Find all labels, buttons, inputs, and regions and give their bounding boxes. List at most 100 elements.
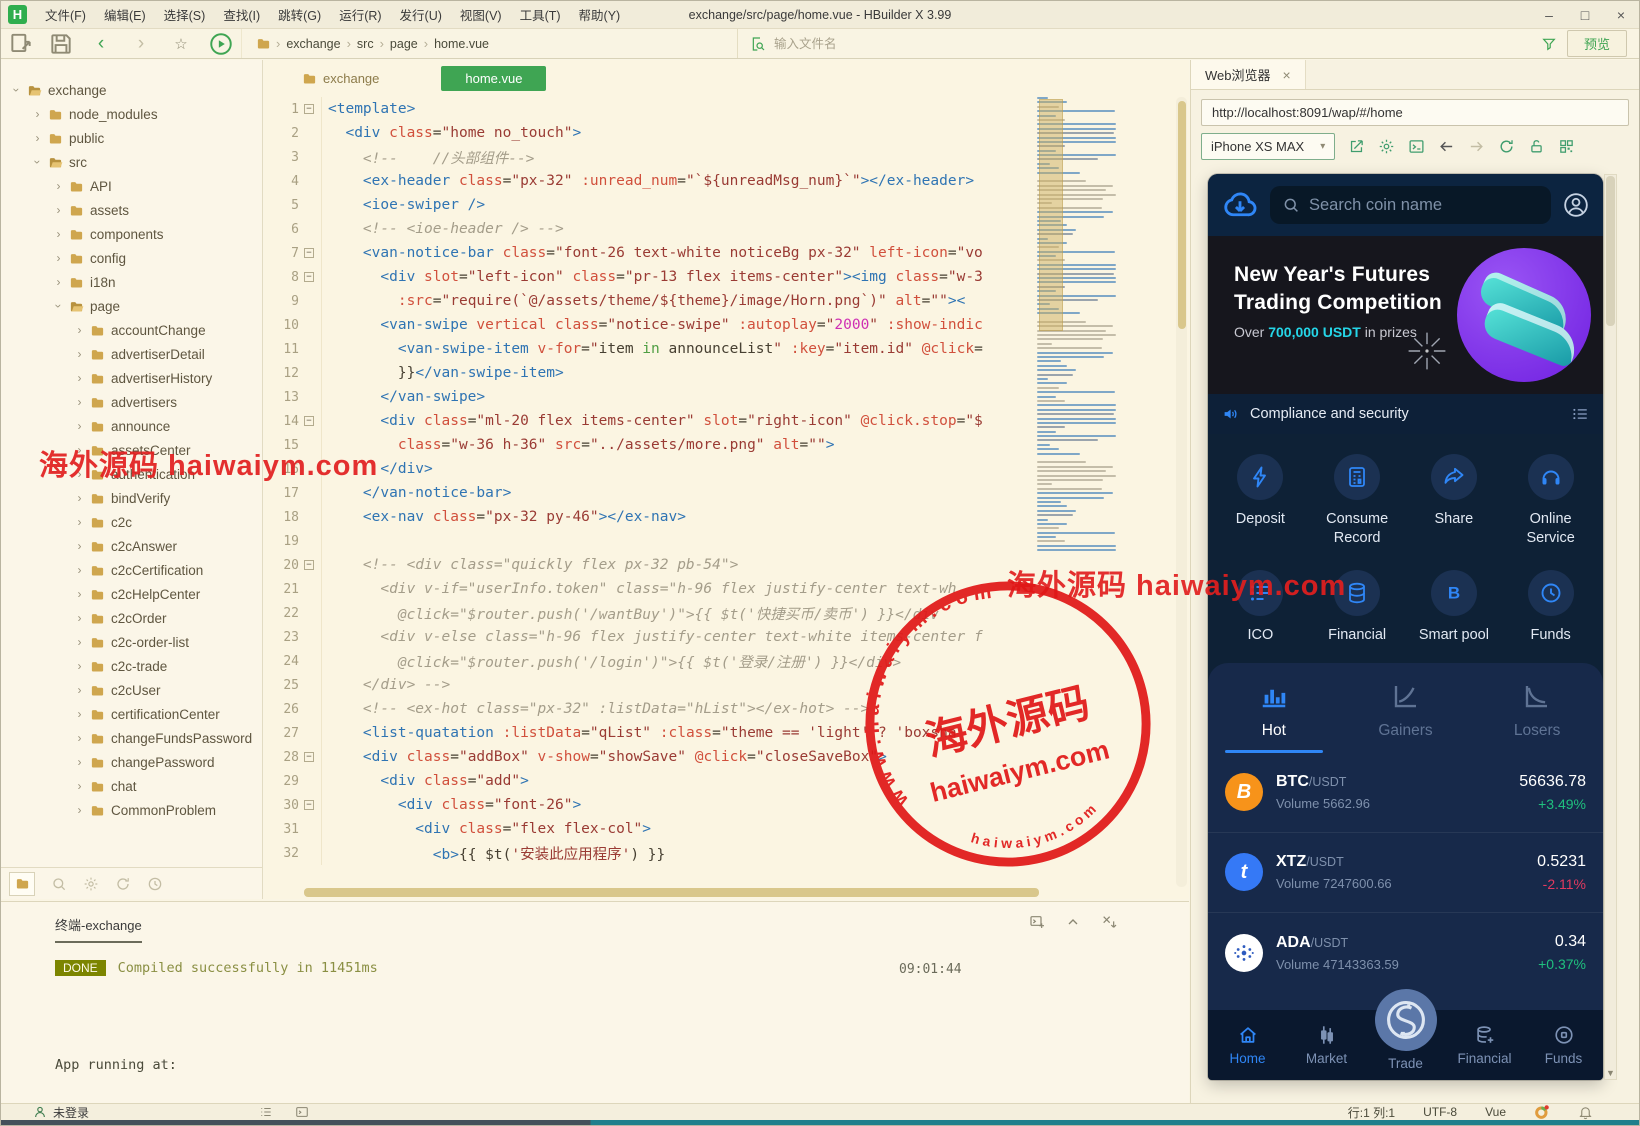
tab-home-vue[interactable]: home.vue xyxy=(441,66,547,91)
fold-marker-icon[interactable]: − xyxy=(304,265,322,289)
tree-item-certificationcenter[interactable]: › certificationCenter xyxy=(1,702,262,726)
tree-item-advertiserdetail[interactable]: › advertiserDetail xyxy=(1,342,262,366)
menu--f-[interactable]: 文件(F) xyxy=(36,1,95,28)
tree-chevron-icon[interactable]: › xyxy=(10,83,24,98)
tree-chevron-icon[interactable]: › xyxy=(72,539,87,553)
tree-item-src[interactable]: › src xyxy=(1,150,262,174)
code-line[interactable]: 5 <ioe-swiper /> xyxy=(264,193,1029,217)
browser-forward-icon[interactable] xyxy=(1468,138,1485,155)
tree-item-advertiserhistory[interactable]: › advertiserHistory xyxy=(1,366,262,390)
tab-gainers[interactable]: Gainers xyxy=(1340,681,1472,753)
forward-icon[interactable]: › xyxy=(121,31,161,57)
preview-scrollbar[interactable]: ▼ xyxy=(1604,174,1617,1080)
preview-button[interactable]: 预览 xyxy=(1566,30,1627,57)
bell-icon[interactable] xyxy=(1578,1105,1593,1120)
tree-chevron-icon[interactable]: › xyxy=(72,515,87,529)
gear-icon[interactable] xyxy=(1378,138,1395,155)
tree-item-c2chelpcenter[interactable]: › c2cHelpCenter xyxy=(1,582,262,606)
tree-item-chat[interactable]: › chat xyxy=(1,774,262,798)
coin-search-bar[interactable]: Search coin name xyxy=(1270,186,1551,224)
grid-item-funds[interactable]: Funds xyxy=(1502,558,1599,655)
scroll-down-icon[interactable]: ▼ xyxy=(1605,1068,1616,1078)
tree-chevron-icon[interactable]: › xyxy=(72,659,87,673)
code-line[interactable]: 14− <div class = "ml-20 flex items-center"… xyxy=(264,409,1029,433)
tree-item-c2c-trade[interactable]: › c2c-trade xyxy=(1,654,262,678)
grid-item-share[interactable]: Share xyxy=(1406,442,1503,558)
code-line[interactable]: 11 <van-swipe-item v-for="item in announ… xyxy=(264,337,1029,361)
tree-item-components[interactable]: › components xyxy=(1,222,262,246)
fold-marker-icon[interactable]: − xyxy=(304,553,322,577)
save-icon[interactable] xyxy=(41,31,81,57)
refresh-view-icon[interactable] xyxy=(115,876,131,892)
status-view-icon[interactable] xyxy=(147,876,163,892)
menu--t-[interactable]: 工具(T) xyxy=(511,1,570,28)
tree-chevron-icon[interactable]: › xyxy=(51,275,66,289)
open-external-icon[interactable] xyxy=(1348,138,1365,155)
star-icon[interactable]: ☆ xyxy=(161,31,201,57)
refresh-icon[interactable] xyxy=(1498,138,1515,155)
tree-chevron-icon[interactable]: › xyxy=(72,491,87,505)
language-mode[interactable]: Vue xyxy=(1485,1105,1506,1119)
tree-chevron-icon[interactable]: › xyxy=(30,131,45,145)
menu--s-[interactable]: 选择(S) xyxy=(155,1,215,28)
code-line[interactable]: 15 class="w-36 h-36" src="../assets/more… xyxy=(264,433,1029,457)
url-bar[interactable]: http://localhost:8091/wap/#/home xyxy=(1201,99,1629,126)
grid-item-deposit[interactable]: Deposit xyxy=(1212,442,1309,558)
editor-scrollbar[interactable] xyxy=(1176,97,1187,887)
breadcrumb-item-home-vue[interactable]: home.vue xyxy=(433,37,490,51)
tree-item-assets[interactable]: › assets xyxy=(1,198,262,222)
editor-scrollbar-thumb[interactable] xyxy=(1177,101,1186,329)
console-icon[interactable] xyxy=(1408,138,1425,155)
tree-chevron-icon[interactable]: › xyxy=(31,155,45,170)
close-button[interactable]: × xyxy=(1603,1,1639,28)
code-line[interactable]: 9 :src="require(`@/assets/theme/${theme}… xyxy=(264,289,1029,313)
menu--v-[interactable]: 视图(V) xyxy=(451,1,511,28)
tree-chevron-icon[interactable]: › xyxy=(72,587,87,601)
tree-chevron-icon[interactable]: › xyxy=(51,179,66,193)
tree-chevron-icon[interactable]: › xyxy=(51,227,66,241)
code-line[interactable]: 10 <van-swipe vertical class = "notice-swi… xyxy=(264,313,1029,337)
menu--y-[interactable]: 帮助(Y) xyxy=(570,1,630,28)
promo-banner[interactable]: New Year's Futures Trading Competition O… xyxy=(1208,236,1603,394)
code-line[interactable]: 18 <ex-nav class="px-32 py-46"></ex-nav> xyxy=(264,505,1029,529)
tree-chevron-icon[interactable]: › xyxy=(51,251,66,265)
download-app-icon[interactable] xyxy=(1222,187,1258,223)
tree-chevron-icon[interactable]: › xyxy=(72,371,87,385)
code-line[interactable]: 6 <!-- <ioe-header /> --> xyxy=(264,217,1029,241)
tab-losers[interactable]: Losers xyxy=(1471,681,1603,753)
breadcrumb-item-page[interactable]: page xyxy=(389,37,419,51)
grid-item-consume-record[interactable]: Consume Record xyxy=(1309,442,1406,558)
new-file-icon[interactable] xyxy=(1,31,41,57)
nav-home[interactable]: Home xyxy=(1208,1010,1287,1080)
tree-item-changepassword[interactable]: › changePassword xyxy=(1,750,262,774)
tree-item-page[interactable]: › page xyxy=(1,294,262,318)
code-line[interactable]: 2 <div class="home no_touch"> xyxy=(264,121,1029,145)
tree-item-c2ccertification[interactable]: › c2cCertification xyxy=(1,558,262,582)
tree-item-c2c[interactable]: › c2c xyxy=(1,510,262,534)
fold-marker-icon[interactable]: − xyxy=(304,97,322,121)
tree-item-exchange[interactable]: › exchange xyxy=(1,78,262,102)
plugins-view-icon[interactable] xyxy=(83,876,99,892)
tree-chevron-icon[interactable]: › xyxy=(72,731,87,745)
nav-funds[interactable]: Funds xyxy=(1524,1010,1603,1080)
nav-market[interactable]: Market xyxy=(1287,1010,1366,1080)
tree-chevron-icon[interactable]: › xyxy=(72,611,87,625)
lock-icon[interactable] xyxy=(1528,138,1545,155)
filter-icon[interactable] xyxy=(1541,36,1557,52)
cursor-position[interactable]: 行:1 列:1 xyxy=(1348,1104,1395,1121)
tree-item-public[interactable]: › public xyxy=(1,126,262,150)
tree-item-commonproblem[interactable]: › CommonProblem xyxy=(1,798,262,822)
tree-chevron-icon[interactable]: › xyxy=(72,563,87,577)
menu--r-[interactable]: 运行(R) xyxy=(330,1,390,28)
account-icon[interactable] xyxy=(1563,192,1589,218)
tree-chevron-icon[interactable]: › xyxy=(30,107,45,121)
tree-chevron-icon[interactable]: › xyxy=(72,395,87,409)
fold-marker-icon[interactable]: − xyxy=(304,241,322,265)
view-files-tab[interactable] xyxy=(9,871,35,896)
close-panel-icon[interactable] xyxy=(1101,914,1117,930)
back-icon[interactable]: ‹ xyxy=(81,31,121,57)
tree-item-node-modules[interactable]: › node_modules xyxy=(1,102,262,126)
encoding-indicator[interactable]: UTF-8 xyxy=(1423,1105,1457,1119)
minimize-button[interactable]: – xyxy=(1531,1,1567,28)
code-line[interactable]: 19 xyxy=(264,529,1029,553)
